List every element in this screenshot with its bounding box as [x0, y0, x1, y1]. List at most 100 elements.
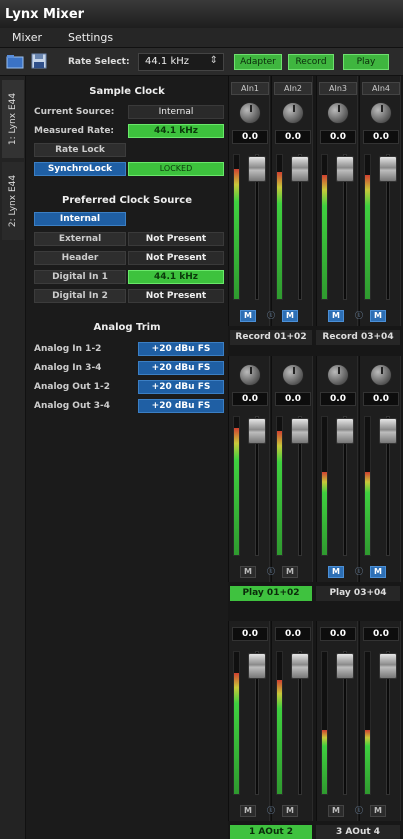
out-fader-1[interactable] [248, 653, 266, 679]
menu-settings[interactable]: Settings [68, 31, 113, 44]
record-fader-3[interactable] [336, 156, 354, 182]
clock-source-digital-in-2[interactable]: Digital In 2 [34, 289, 126, 303]
out-level-value-1: 0.0 [232, 627, 268, 641]
clock-source-digital-in-1[interactable]: Digital In 1 [34, 270, 126, 284]
record-pan-knob-3[interactable] [327, 102, 349, 124]
record-meter-fill-1 [234, 169, 239, 299]
out-strip-3: 0.0 [316, 621, 358, 821]
play-fader-3[interactable] [336, 418, 354, 444]
measured-rate-value: 44.1 kHz [128, 124, 224, 138]
play-meter-fill-4 [365, 472, 370, 555]
record-pan-knob-1[interactable] [239, 102, 261, 124]
record-fader-1[interactable] [248, 156, 266, 182]
open-folder-icon[interactable] [6, 52, 24, 70]
clock-source-internal[interactable]: Internal [34, 212, 126, 226]
record-meter-fill-3 [322, 175, 327, 299]
trim-value-out-3-4[interactable]: +20 dBu FS [138, 399, 224, 413]
input-label-3: AIn3 [319, 82, 357, 95]
play-pan-knob-4[interactable] [370, 364, 392, 386]
input-label-4: AIn4 [362, 82, 400, 95]
play-group-label-2[interactable]: Play 03+04 [316, 586, 400, 601]
record-meter-3 [321, 154, 328, 300]
play-group-label-1[interactable]: Play 01+02 [230, 586, 312, 601]
record-pan-knob-4[interactable] [370, 102, 392, 124]
play-fader-4[interactable] [379, 418, 397, 444]
play-level-value-2: 0.0 [275, 392, 311, 406]
play-pan-knob-3[interactable] [327, 364, 349, 386]
record-mute-button-2[interactable]: M [282, 310, 298, 322]
record-button[interactable]: Record [288, 54, 334, 70]
out-mute-button-3[interactable]: M [328, 805, 344, 817]
input-label-2: AIn2 [274, 82, 312, 95]
out-meter-4 [364, 651, 371, 795]
clock-source-digital-in-2-status: Not Present [128, 289, 224, 303]
out-strip-1: 0.0 [228, 621, 270, 821]
play-meter-fill-1 [234, 428, 239, 555]
rate-lock-button[interactable]: Rate Lock [34, 143, 126, 157]
trim-value-in-1-2[interactable]: +20 dBu FS [138, 342, 224, 356]
clock-source-digital-in-1-status: 44.1 kHz [128, 270, 224, 284]
out-fader-2[interactable] [291, 653, 309, 679]
play-pan-knob-2[interactable] [282, 364, 304, 386]
out-link-icon-2[interactable]: ⓛ [353, 805, 365, 817]
out-fader-4[interactable] [379, 653, 397, 679]
out-meter-2 [276, 651, 283, 795]
save-disk-icon[interactable] [30, 52, 48, 70]
out-mute-button-2[interactable]: M [282, 805, 298, 817]
play-link-icon-1[interactable]: ⓛ [265, 566, 277, 578]
trim-label-in-1-2: Analog In 1-2 [34, 344, 102, 354]
trim-label-in-3-4: Analog In 3-4 [34, 363, 102, 373]
clock-source-header[interactable]: Header [34, 251, 126, 265]
rate-select-value: 44.1 kHz [145, 56, 190, 67]
out-meter-fill-4 [365, 730, 370, 794]
play-fader-1[interactable] [248, 418, 266, 444]
play-level-value-4: 0.0 [363, 392, 399, 406]
record-mute-button-3[interactable]: M [328, 310, 344, 322]
trim-value-out-1-2[interactable]: +20 dBu FS [138, 380, 224, 394]
synchrolock-button[interactable]: SynchroLock [34, 162, 126, 176]
record-meter-2 [276, 154, 283, 300]
sample-clock-title: Sample Clock [89, 86, 165, 97]
out-mute-button-4[interactable]: M [370, 805, 386, 817]
play-mute-button-2[interactable]: M [282, 566, 298, 578]
record-mute-button-4[interactable]: M [370, 310, 386, 322]
record-link-icon-2[interactable]: ⓛ [353, 310, 365, 322]
clock-source-external[interactable]: External [34, 232, 126, 246]
play-link-icon-2[interactable]: ⓛ [353, 566, 365, 578]
out-mute-button-1[interactable]: M [240, 805, 256, 817]
analog-trim-title: Analog Trim [93, 322, 161, 333]
play-mute-button-1[interactable]: M [240, 566, 256, 578]
trim-value-in-3-4[interactable]: +20 dBu FS [138, 361, 224, 375]
record-level-value-4: 0.0 [363, 130, 399, 144]
record-mute-button-1[interactable]: M [240, 310, 256, 322]
preferred-clock-title: Preferred Clock Source [62, 195, 192, 206]
out-link-icon-1[interactable]: ⓛ [265, 805, 277, 817]
record-meter-4 [364, 154, 371, 300]
out-group-label-2[interactable]: 3 AOut 4 [316, 825, 400, 839]
record-group-label-2[interactable]: Record 03+04 [316, 330, 400, 345]
tab-device-2[interactable]: 2: Lynx E44 [2, 162, 24, 240]
out-group-label-1[interactable]: 1 AOut 2 [230, 825, 312, 839]
play-button[interactable]: Play [343, 54, 389, 70]
tab-device-1[interactable]: 1: Lynx E44 [2, 80, 24, 158]
record-link-icon-1[interactable]: ⓛ [265, 310, 277, 322]
record-fader-4[interactable] [379, 156, 397, 182]
record-pan-knob-2[interactable] [282, 102, 304, 124]
record-group-label-1[interactable]: Record 01+02 [230, 330, 312, 345]
out-meter-fill-3 [322, 730, 327, 794]
record-level-value-2: 0.0 [275, 130, 311, 144]
toolbar: Rate Select: 44.1 kHz ⇕ Adapter Record P… [0, 48, 403, 76]
play-fader-2[interactable] [291, 418, 309, 444]
play-mute-button-3[interactable]: M [328, 566, 344, 578]
play-level-value-3: 0.0 [320, 392, 356, 406]
clock-source-header-status: Not Present [128, 251, 224, 265]
menu-mixer[interactable]: Mixer [12, 31, 42, 44]
adapter-button[interactable]: Adapter [234, 54, 282, 70]
record-fader-2[interactable] [291, 156, 309, 182]
play-mute-button-4[interactable]: M [370, 566, 386, 578]
out-fader-3[interactable] [336, 653, 354, 679]
out-level-value-3: 0.0 [320, 627, 356, 641]
record-strip-3: AIn3 0.0 [316, 76, 358, 326]
rate-select-dropdown[interactable]: 44.1 kHz ⇕ [138, 53, 224, 71]
play-pan-knob-1[interactable] [239, 364, 261, 386]
